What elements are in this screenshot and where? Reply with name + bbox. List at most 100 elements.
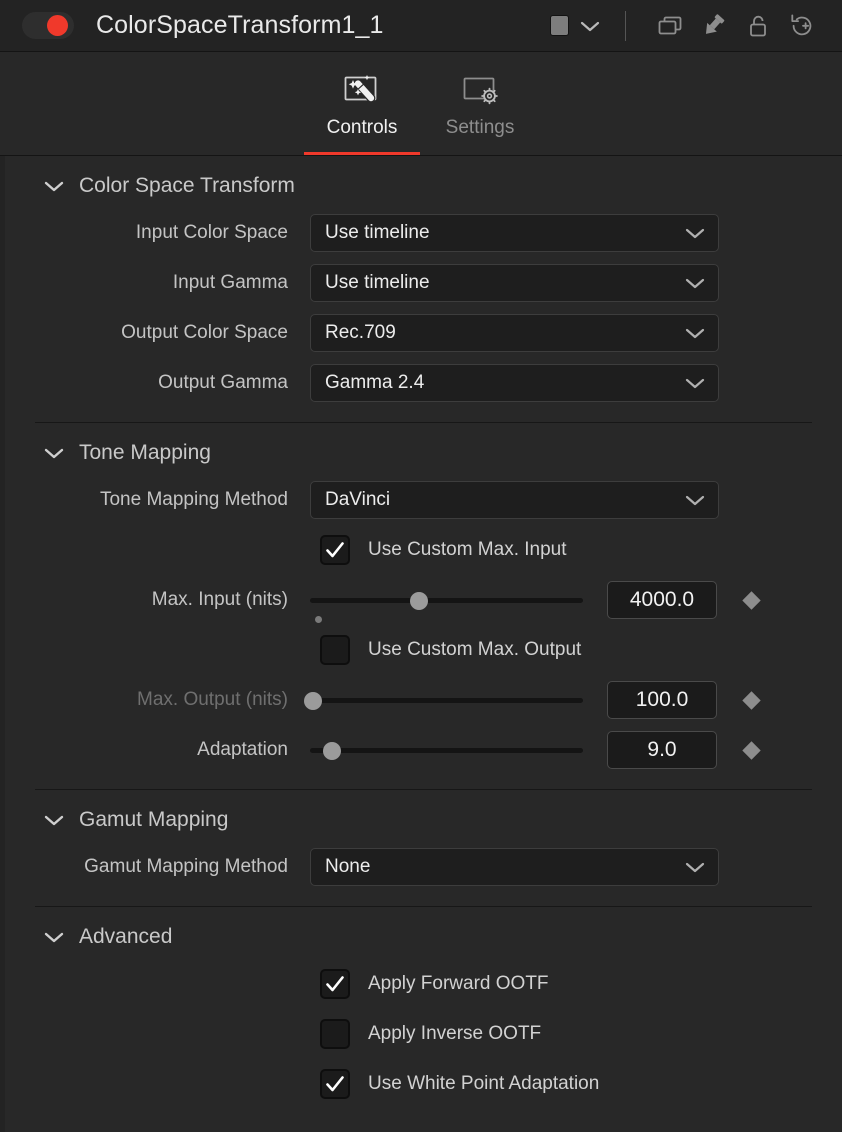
- titlebar: ColorSpaceTransform1_1: [0, 0, 842, 52]
- row-output-gamma: Output Gamma Gamma 2.4: [5, 358, 842, 408]
- toggle-knob: [47, 15, 68, 36]
- node-enable-toggle[interactable]: [22, 12, 74, 39]
- row-input-gamma: Input Gamma Use timeline: [5, 258, 842, 308]
- duplicate-icon[interactable]: [648, 6, 692, 46]
- apply-inverse-ootf-checkbox[interactable]: [320, 1019, 350, 1049]
- section-header-color-space-transform[interactable]: Color Space Transform: [5, 156, 842, 208]
- color-space-transform-panel: ColorSpaceTransform1_1 Controls Settings…: [0, 0, 842, 1132]
- output-gamma-value: Gamma 2.4: [325, 372, 425, 393]
- use-custom-max-input-label: Use Custom Max. Input: [368, 539, 567, 560]
- chevron-down-icon: [685, 862, 705, 873]
- row-max-output: Max. Output (nits) 100.0: [5, 675, 842, 725]
- magic-wand-icon: [337, 69, 387, 115]
- max-output-slider[interactable]: [303, 685, 583, 715]
- max-output-value-field[interactable]: 100.0: [607, 681, 717, 719]
- gear-screen-icon: [455, 69, 505, 115]
- slider-handle[interactable]: [410, 592, 429, 610]
- max-input-value: 4000.0: [629, 588, 695, 611]
- node-color-swatch-button[interactable]: [544, 15, 607, 36]
- input-gamma-value: Use timeline: [325, 272, 430, 293]
- output-gamma-dropdown[interactable]: Gamma 2.4: [310, 364, 719, 402]
- use-custom-max-output-label: Use Custom Max. Output: [368, 639, 582, 660]
- tone-mapping-method-value: DaVinci: [325, 489, 391, 510]
- section-header-tone-mapping[interactable]: Tone Mapping: [5, 423, 842, 475]
- output-color-space-dropdown[interactable]: Rec.709: [310, 314, 719, 352]
- adaptation-value-field[interactable]: 9.0: [607, 731, 717, 769]
- max-output-value: 100.0: [635, 688, 689, 711]
- check-icon: [326, 542, 344, 558]
- use-white-point-adaptation-label: Use White Point Adaptation: [368, 1073, 600, 1094]
- chevron-down-icon: [685, 495, 705, 506]
- row-use-white-point-adaptation: Use White Point Adaptation: [5, 1059, 842, 1109]
- row-use-custom-max-output: Use Custom Max. Output: [5, 625, 842, 675]
- tab-settings[interactable]: Settings: [421, 55, 539, 155]
- label-max-input: Max. Input (nits): [151, 589, 288, 610]
- gamut-mapping-method-value: None: [325, 856, 371, 877]
- titlebar-separator: [625, 10, 626, 41]
- section-header-advanced[interactable]: Advanced: [5, 907, 842, 959]
- row-gamut-mapping-method: Gamut Mapping Method None: [5, 842, 842, 892]
- chevron-down-icon: [685, 378, 705, 389]
- chevron-down-icon: [44, 932, 64, 943]
- pin-icon[interactable]: [692, 6, 736, 46]
- section-title: Color Space Transform: [79, 174, 295, 197]
- apply-forward-ootf-label: Apply Forward OOTF: [368, 973, 549, 994]
- tab-inactive-underline: [422, 152, 538, 155]
- label-input-color-space: Input Color Space: [135, 222, 288, 243]
- output-color-space-value: Rec.709: [325, 322, 396, 343]
- use-white-point-adaptation-checkbox[interactable]: [320, 1069, 350, 1099]
- lock-icon[interactable]: [736, 6, 780, 46]
- slider-handle[interactable]: [303, 692, 322, 710]
- keyframe-diamond-icon: [741, 590, 761, 610]
- use-custom-max-output-checkbox[interactable]: [320, 635, 350, 665]
- max-input-slider[interactable]: [310, 585, 583, 623]
- label-max-output: Max. Output (nits): [137, 689, 288, 710]
- slider-track: [310, 748, 583, 753]
- use-custom-max-input-checkbox[interactable]: [320, 535, 350, 565]
- adaptation-keyframe-button[interactable]: [739, 735, 763, 765]
- tab-controls-label: Controls: [326, 117, 398, 138]
- adaptation-slider[interactable]: [310, 735, 583, 765]
- row-adaptation: Adaptation 9.0: [5, 725, 842, 775]
- tab-active-underline: [304, 152, 420, 155]
- row-apply-forward-ootf: Apply Forward OOTF: [5, 959, 842, 1009]
- check-icon: [326, 1076, 344, 1092]
- row-max-input: Max. Input (nits) 4000.0: [5, 575, 842, 625]
- slider-track: [310, 598, 583, 603]
- gamut-mapping-method-dropdown[interactable]: None: [310, 848, 719, 886]
- row-tone-mapping-method: Tone Mapping Method DaVinci: [5, 475, 842, 525]
- tabbar: Controls Settings: [0, 52, 842, 156]
- slider-handle[interactable]: [322, 742, 341, 760]
- max-input-keyframe-button[interactable]: [739, 585, 763, 615]
- chevron-down-icon: [44, 815, 64, 826]
- row-output-color-space: Output Color Space Rec.709: [5, 308, 842, 358]
- reset-icon[interactable]: [780, 6, 824, 46]
- row-input-color-space: Input Color Space Use timeline: [5, 208, 842, 258]
- titlebar-actions: [544, 6, 824, 46]
- label-input-gamma: Input Gamma: [172, 272, 288, 293]
- chevron-down-icon: [685, 278, 705, 289]
- input-color-space-dropdown[interactable]: Use timeline: [310, 214, 719, 252]
- node-title: ColorSpaceTransform1_1: [96, 11, 384, 39]
- chevron-down-icon: [44, 448, 64, 459]
- chevron-down-icon: [685, 228, 705, 239]
- label-gamut-mapping-method: Gamut Mapping Method: [84, 856, 288, 877]
- chevron-down-icon: [580, 21, 600, 31]
- input-gamma-dropdown[interactable]: Use timeline: [310, 264, 719, 302]
- check-icon: [326, 976, 344, 992]
- label-output-gamma: Output Gamma: [158, 372, 288, 393]
- controls-scroll-area[interactable]: Color Space Transform Input Color Space …: [0, 156, 842, 1132]
- label-tone-mapping-method: Tone Mapping Method: [99, 489, 288, 510]
- adaptation-value: 9.0: [647, 738, 677, 761]
- max-input-value-field[interactable]: 4000.0: [607, 581, 717, 619]
- slider-track: [310, 698, 583, 703]
- tone-mapping-method-dropdown[interactable]: DaVinci: [310, 481, 719, 519]
- section-header-gamut-mapping[interactable]: Gamut Mapping: [5, 790, 842, 842]
- tab-settings-label: Settings: [445, 117, 515, 138]
- section-title: Advanced: [79, 925, 173, 948]
- tab-controls[interactable]: Controls: [303, 55, 421, 155]
- input-color-space-value: Use timeline: [325, 222, 430, 243]
- max-output-keyframe-button[interactable]: [739, 685, 763, 715]
- apply-forward-ootf-checkbox[interactable]: [320, 969, 350, 999]
- apply-inverse-ootf-label: Apply Inverse OOTF: [368, 1023, 542, 1044]
